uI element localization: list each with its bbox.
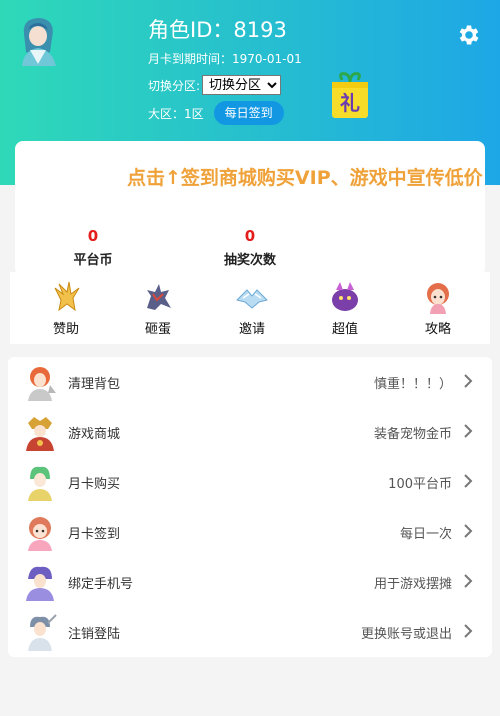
quick-action-smash-egg[interactable]: 砸蛋 [128, 280, 188, 337]
chevron-right-icon [464, 524, 473, 538]
chevron-right-icon [464, 624, 473, 638]
menu-item-game-shop[interactable]: 游戏商城 装备宠物金币 [8, 407, 492, 457]
chevron-right-icon [464, 574, 473, 588]
menu-label: 月卡签到 [68, 527, 121, 542]
gold-bird-icon [54, 281, 80, 312]
purple-creature-icon [332, 282, 358, 311]
menu-item-clear-bag[interactable]: 清理背包 慎重！！！） [8, 357, 492, 407]
menu-value: 慎重！！！） [373, 377, 452, 392]
menu-label: 月卡购买 [68, 477, 121, 492]
announcement-marquee: 点击↑签到商城购买VIP、游戏中宣传低价 [127, 167, 483, 189]
warrior-icon [28, 367, 56, 401]
month-card-expire: 月卡到期时间：1970-01-01 [148, 52, 302, 66]
menu-value: 100平台币 [388, 477, 452, 492]
gift-label: 礼 [340, 91, 360, 115]
big-area-row: 大区：1区 每日签到 [148, 101, 284, 125]
menu-item-logout[interactable]: 注销登陆 更换账号或退出 [8, 607, 492, 657]
dragon-icon [147, 284, 171, 310]
green-elf-icon [28, 466, 52, 501]
stat-lottery-count: 0 抽奖次数 [205, 227, 295, 268]
menu-value: 装备宠物金币 [373, 427, 452, 442]
menu-value: 用于游戏摆摊 [373, 577, 452, 592]
quick-action-value[interactable]: 超值 [315, 280, 375, 337]
lottery-count-value: 0 [244, 227, 256, 245]
gift-icon[interactable]: 礼 [330, 72, 370, 120]
quick-action-row: 赞助 砸蛋 邀请 超值 攻略 [10, 272, 490, 344]
armored-hero-icon [26, 417, 54, 451]
menu-list: 清理背包 慎重！！！） 游戏商城 装备宠物金币 月卡购买 100平台币 月卡签到… [8, 357, 492, 657]
switch-region-label: 切换分区: [148, 78, 201, 93]
invite-label: 邀请 [238, 322, 265, 337]
purple-mage-icon [26, 566, 54, 601]
chevron-right-icon [464, 374, 473, 388]
avatar[interactable] [16, 14, 60, 66]
smash-egg-label: 砸蛋 [144, 322, 171, 337]
girl-character-icon [427, 283, 449, 314]
menu-item-bind-phone[interactable]: 绑定手机号 用于游戏摆摊 [8, 557, 492, 607]
ice-wings-icon [236, 289, 268, 309]
menu-value: 每日一次 [399, 527, 452, 542]
guide-label: 攻略 [424, 322, 451, 337]
sponsor-label: 赞助 [52, 322, 79, 337]
value-label: 超值 [331, 322, 358, 337]
quick-action-invite[interactable]: 邀请 [222, 280, 282, 337]
pink-girl-icon [28, 517, 52, 551]
quick-action-guide[interactable]: 攻略 [408, 280, 468, 337]
chevron-right-icon [464, 424, 473, 438]
info-card: 点击↑签到商城购买VIP、游戏中宣传低价 0 平台币 0 抽奖次数 [15, 141, 485, 276]
daily-sign-button[interactable]: 每日签到 [213, 101, 284, 125]
platform-coin-label: 平台币 [73, 253, 113, 268]
platform-coin-value: 0 [87, 227, 99, 245]
menu-label: 绑定手机号 [68, 577, 134, 592]
menu-label: 游戏商城 [68, 427, 121, 442]
region-switch-row: 切换分区: 切换分区 [148, 75, 282, 95]
chevron-right-icon [464, 474, 473, 488]
menu-label: 清理背包 [68, 377, 121, 392]
lottery-count-label: 抽奖次数 [223, 253, 276, 268]
stat-platform-coin: 0 平台币 [48, 227, 138, 268]
role-id: 角色ID：8193 [148, 18, 287, 42]
gear-icon[interactable] [456, 22, 482, 48]
swordsman-icon [28, 614, 57, 651]
menu-label: 注销登陆 [68, 627, 121, 642]
menu-item-month-card-buy[interactable]: 月卡购买 100平台币 [8, 457, 492, 507]
region-select[interactable]: 切换分区 [202, 75, 282, 95]
big-area-text: 大区：1区 [148, 106, 204, 121]
quick-action-sponsor[interactable]: 赞助 [36, 280, 96, 337]
menu-value: 更换账号或退出 [360, 627, 452, 642]
menu-item-month-card-sign[interactable]: 月卡签到 每日一次 [8, 507, 492, 557]
